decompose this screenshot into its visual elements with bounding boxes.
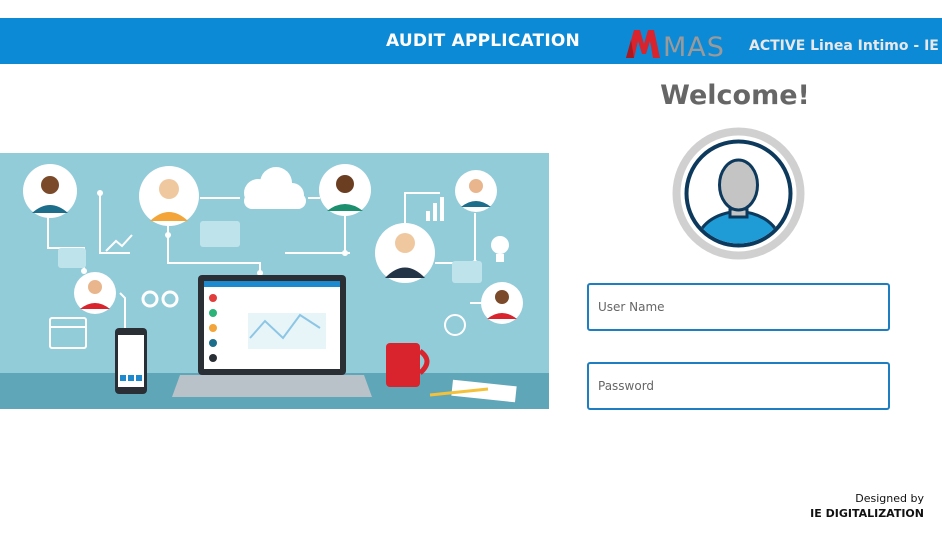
app-title: AUDIT APPLICATION [386, 31, 580, 51]
designed-by-credit: Designed by IE DIGITALIZATION [810, 491, 924, 521]
brand-logo-text: MAS [663, 32, 725, 60]
hero-illustration [0, 153, 549, 409]
designer-organization: IE DIGITALIZATION [810, 507, 924, 520]
user-avatar-icon [670, 125, 807, 262]
designed-by-label: Designed by [855, 492, 924, 505]
password-input[interactable] [587, 362, 890, 410]
brand-subtitle: ACTIVE Linea Intimo - IE [749, 38, 939, 54]
welcome-heading: Welcome! [660, 80, 810, 111]
mas-logo-icon: MAS [626, 26, 748, 60]
app-header: AUDIT APPLICATION MAS ACTIVE Linea Intim… [0, 18, 942, 64]
username-input[interactable] [587, 283, 890, 331]
